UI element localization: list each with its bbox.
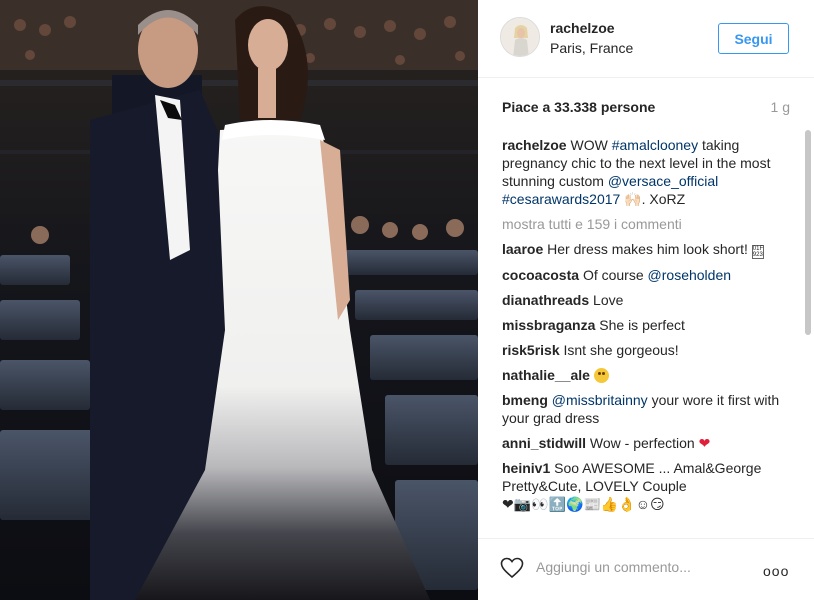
mention-link[interactable]: @roseholden bbox=[648, 267, 732, 283]
comment-username[interactable]: laaroe bbox=[502, 241, 543, 257]
comment-item: cocoacosta Of course @roseholden bbox=[502, 266, 790, 284]
comments-scrollbar[interactable] bbox=[805, 130, 811, 335]
caption: rachelzoe WOW #amalclooney taking pregna… bbox=[502, 136, 790, 208]
avatar[interactable] bbox=[500, 17, 540, 57]
comment-username[interactable]: risk5risk bbox=[502, 342, 560, 358]
comment-username[interactable]: dianathreads bbox=[502, 292, 589, 308]
comment-username[interactable]: anni_stidwill bbox=[502, 435, 586, 451]
comment-item: missbraganza She is perfect bbox=[502, 316, 790, 334]
post-author-username[interactable]: rachelzoe bbox=[550, 20, 615, 36]
comment-item: nathalie__ale bbox=[502, 366, 790, 384]
comment-item: dianathreads Love bbox=[502, 291, 790, 309]
red-heart-icon: ❤ bbox=[698, 435, 711, 451]
comment-username[interactable]: bmeng bbox=[502, 392, 548, 408]
comment-text: Wow - perfection bbox=[589, 435, 699, 451]
unsupported-emoji-icon: 01F 923 bbox=[751, 245, 764, 259]
comment-text: Her dress makes him look short! bbox=[547, 241, 748, 257]
comment-username[interactable]: missbraganza bbox=[502, 317, 595, 333]
likes-row: Piace a 33.338 persone 1 g bbox=[502, 99, 790, 119]
follow-button[interactable]: Segui bbox=[718, 23, 789, 54]
emoji-string: ❤📷👀🔝🌍📰👍👌☺😏 bbox=[502, 496, 665, 512]
comment-item: bmeng @missbritainny your wore it first … bbox=[502, 391, 790, 427]
comments-list: rachelzoe WOW #amalclooney taking pregna… bbox=[502, 136, 790, 532]
add-comment-input[interactable] bbox=[536, 551, 756, 583]
post-header: rachelzoe Paris, France Segui bbox=[478, 0, 814, 78]
smiling-face-icon bbox=[593, 368, 609, 383]
comment-username[interactable]: cocoacosta bbox=[502, 267, 579, 283]
post-timestamp[interactable]: 1 g bbox=[771, 99, 790, 115]
heart-outline-icon[interactable] bbox=[500, 557, 524, 579]
caption-username[interactable]: rachelzoe bbox=[502, 137, 567, 153]
comment-item: risk5risk Isnt she gorgeous! bbox=[502, 341, 790, 359]
post-photo[interactable] bbox=[0, 0, 478, 600]
hashtag-link[interactable]: #amalclooney bbox=[612, 137, 698, 153]
raised-hands-emoji: 🙌🏻 bbox=[624, 191, 642, 207]
comment-text: Of course bbox=[582, 267, 648, 283]
comment-item: heiniv1 Soo AWESOME ... Amal&George Pret… bbox=[502, 459, 790, 513]
mention-link[interactable]: @versace_official bbox=[608, 173, 718, 189]
photo-image bbox=[0, 0, 478, 600]
comment-text: Love bbox=[593, 292, 624, 308]
comment-bar: ooo bbox=[478, 538, 814, 600]
caption-text: . XoRZ bbox=[641, 191, 686, 207]
mention-link[interactable]: @missbritainny bbox=[552, 392, 648, 408]
more-options-icon[interactable]: ooo bbox=[763, 563, 789, 579]
caption-text: WOW bbox=[570, 137, 612, 153]
post-details-panel: rachelzoe Paris, France Segui Piace a 33… bbox=[478, 0, 814, 600]
comment-username[interactable]: heiniv1 bbox=[502, 460, 550, 476]
comment-username[interactable]: nathalie__ale bbox=[502, 367, 590, 383]
comment-text: She is perfect bbox=[599, 317, 685, 333]
hashtag-link[interactable]: #cesarawards2017 bbox=[502, 191, 620, 207]
comment-text: Isnt she gorgeous! bbox=[563, 342, 679, 358]
likes-count[interactable]: Piace a 33.338 persone bbox=[502, 99, 655, 115]
comment-item: anni_stidwill Wow - perfection ❤ bbox=[502, 434, 790, 452]
post-location[interactable]: Paris, France bbox=[550, 40, 633, 56]
view-all-comments-link[interactable]: mostra tutti e 159 i commenti bbox=[502, 215, 790, 233]
comment-item: laaroe Her dress makes him look short! 0… bbox=[502, 240, 790, 259]
